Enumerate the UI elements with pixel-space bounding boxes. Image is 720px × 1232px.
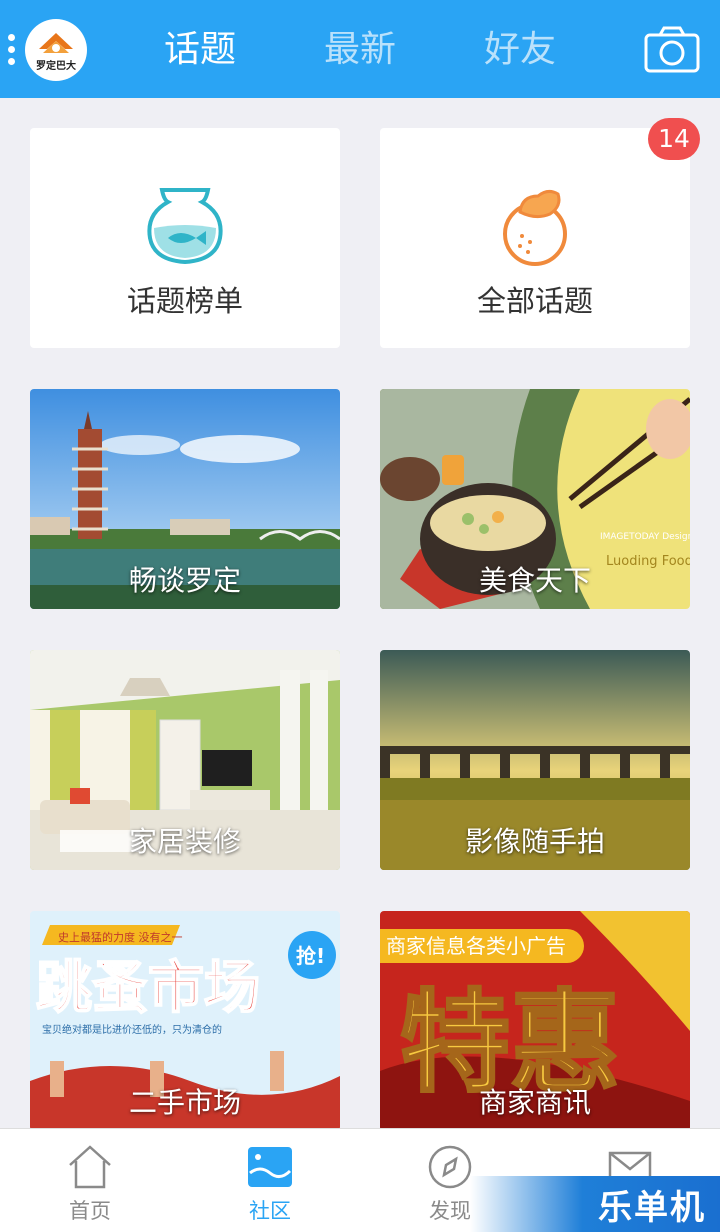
tile-luoding-chat-label: 畅谈罗定 [128,564,241,597]
tile-luoding-chat[interactable]: 畅谈罗定 [30,389,340,609]
flea-title-text: 跳蚤市场 [36,956,260,1021]
tab-latest[interactable]: 最新 [300,24,420,76]
tile-merchant-news-label: 商家商讯 [478,1086,591,1119]
tile-secondhand-market[interactable]: 史上最猛的力度 没有之一 跳蚤市场 宝贝绝对都是比进价还低的，只为清仓的 抢! … [30,911,340,1131]
tile-home-decor[interactable]: 家居装修 [30,650,340,870]
grab-text: 抢! [296,944,325,968]
topic-ranking-label: 话题榜单 [126,284,243,318]
flea-slogan-text: 史上最猛的力度 没有之一 [58,930,183,944]
camera-icon[interactable] [644,26,700,74]
home-icon [69,1145,111,1189]
tile-photography-label: 影像随手拍 [464,825,605,858]
community-icon [248,1147,292,1187]
logo-text: 罗定巴大 [36,61,76,72]
tile-merchant-news[interactable]: 特惠 商家信息各类小广告 商家商讯 [380,911,690,1131]
all-topics-label: 全部话题 [476,284,593,318]
tile-food[interactable]: IMAGETODAY Design Stu Luoding Food 美食天下 [380,389,690,609]
nav-community[interactable]: 社区 [180,1129,360,1232]
merchant-ad-tag: 商家信息各类小广告 [380,929,584,963]
nav-home[interactable]: 首页 [0,1129,180,1232]
tile-food-label: 美食天下 [478,564,591,597]
top-bar: 罗定巴大 话题 最新 好友 [0,0,720,98]
more-menu-icon[interactable] [8,34,20,68]
topic-ranking-card[interactable]: 话题榜单 [30,128,340,348]
watermark-overlay: 乐单机 [470,1176,720,1232]
food-brand-text: IMAGETODAY Design Stu [600,532,690,542]
orange-icon [503,189,567,266]
notification-badge: 14 [648,118,700,160]
all-topics-card[interactable]: 全部话题 [380,128,690,348]
app-logo[interactable]: 罗定巴大 [25,19,87,81]
nav-community-label: 社区 [249,1199,291,1223]
nav-home-label: 首页 [69,1199,111,1223]
compass-icon [428,1145,472,1189]
tile-home-decor-label: 家居装修 [128,825,241,858]
watermark-text: 乐单机 [598,1188,706,1228]
tab-friends[interactable]: 好友 [460,24,580,76]
fishbowl-icon [147,188,223,265]
tile-secondhand-market-label: 二手市场 [128,1086,241,1119]
tile-photography[interactable]: 影像随手拍 [380,650,690,870]
tab-topics[interactable]: 话题 [140,24,260,76]
flea-caption-text: 宝贝绝对都是比进价还低的，只为清仓的 [42,1023,222,1036]
